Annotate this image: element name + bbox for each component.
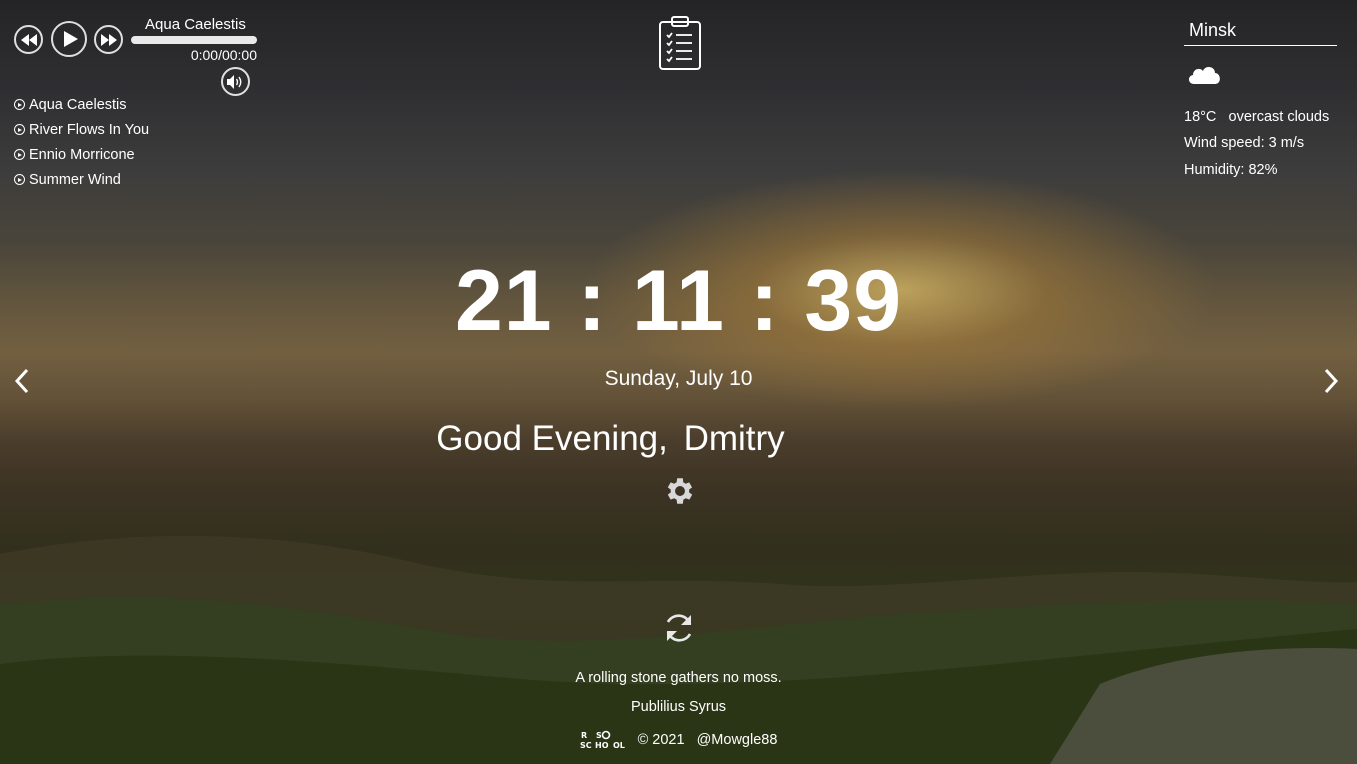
- quote-text: A rolling stone gathers no moss.: [575, 670, 782, 686]
- track-timer: 0:00/00:00: [190, 47, 257, 63]
- greeting: Good Evening, Dmitry: [0, 419, 1357, 459]
- footer: R S SC HO OL © 2021 @Mowgle88: [0, 729, 1357, 751]
- refresh-icon[interactable]: [662, 611, 696, 645]
- svg-text:R: R: [581, 731, 587, 740]
- svg-text:S: S: [596, 731, 602, 740]
- play-circle-icon: [14, 149, 25, 160]
- weather-description: overcast clouds: [1228, 109, 1330, 125]
- play-button[interactable]: [51, 21, 87, 57]
- svg-text:OL: OL: [613, 741, 625, 750]
- progress-bar[interactable]: [131, 36, 257, 44]
- playlist-item-label: River Flows In You: [29, 121, 150, 138]
- fast-forward-icon: [100, 33, 117, 46]
- quote-author: Publilius Syrus: [630, 699, 727, 715]
- playlist-item[interactable]: Ennio Morricone: [14, 142, 149, 167]
- cloud-icon: [1188, 67, 1220, 84]
- play-circle-icon: [14, 124, 25, 135]
- playlist-item[interactable]: Aqua Caelestis: [14, 92, 149, 117]
- next-slide-arrow-icon[interactable]: [1320, 366, 1342, 396]
- rs-school-logo[interactable]: R S SC HO OL: [580, 729, 626, 751]
- playlist-item[interactable]: Summer Wind: [14, 167, 149, 192]
- current-track-title: Aqua Caelestis: [145, 16, 246, 33]
- play-circle-icon: [14, 99, 25, 110]
- svg-text:SC: SC: [580, 741, 592, 750]
- playlist-item-label: Ennio Morricone: [29, 146, 135, 163]
- temperature-value: 18°C: [1184, 109, 1217, 125]
- play-circle-icon: [14, 174, 25, 185]
- playlist-item-label: Summer Wind: [29, 171, 121, 188]
- previous-slide-arrow-icon[interactable]: [11, 366, 33, 396]
- rewind-icon: [20, 33, 37, 46]
- clock-date: Sunday, July 10: [604, 367, 753, 390]
- clock-time: 21 : 11 : 39: [454, 253, 903, 349]
- weather-temperature: 18°C overcast clouds: [1184, 109, 1329, 125]
- play-icon: [63, 31, 78, 47]
- city-input[interactable]: Minsk: [1184, 14, 1337, 46]
- volume-icon: [227, 74, 242, 89]
- copyright: © 2021: [637, 731, 685, 748]
- greeting-text: Good Evening,: [436, 419, 668, 458]
- playlist-item[interactable]: River Flows In You: [14, 117, 149, 142]
- previous-track-button[interactable]: [14, 25, 43, 54]
- svg-text:HO: HO: [595, 741, 609, 750]
- playlist-item-label: Aqua Caelestis: [29, 96, 127, 113]
- name-input[interactable]: Dmitry: [684, 419, 785, 459]
- gear-icon[interactable]: [663, 474, 697, 508]
- humidity: Humidity: 82%: [1184, 162, 1278, 178]
- next-track-button[interactable]: [94, 25, 123, 54]
- clipboard-icon[interactable]: [658, 16, 702, 71]
- volume-button[interactable]: [221, 67, 250, 96]
- wind-speed: Wind speed: 3 m/s: [1184, 135, 1305, 151]
- playlist: Aqua Caelestis River Flows In You Ennio …: [14, 92, 149, 192]
- github-link[interactable]: @Mowgle88: [697, 732, 778, 748]
